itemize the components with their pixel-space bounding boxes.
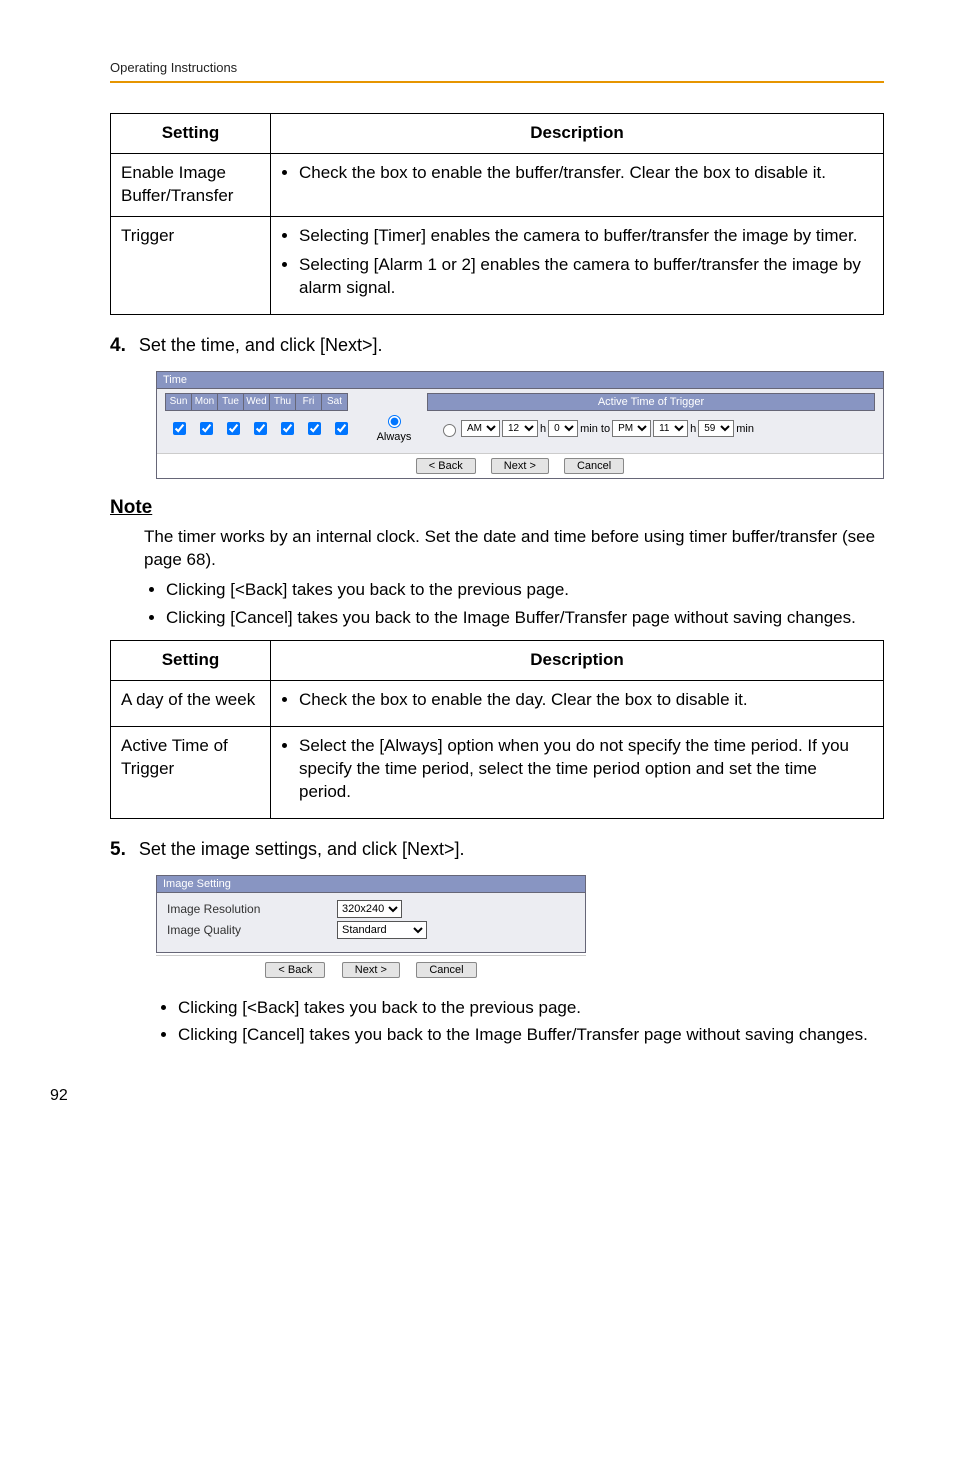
time-panel-title: Time <box>157 372 883 389</box>
chk-mon[interactable] <box>200 422 213 435</box>
t1-head-setting: Setting <box>111 114 271 154</box>
day-header-sun: Sun <box>165 393 192 411</box>
table-row: Enable Image Buffer/Transfer Check the b… <box>111 153 884 216</box>
t1-r1-b0: Selecting [Timer] enables the camera to … <box>299 225 873 248</box>
step-5: 5. Set the image settings, and click [Ne… <box>110 839 884 861</box>
range-min-to: min to <box>580 423 610 435</box>
note-heading: Note <box>110 497 884 519</box>
running-header: Operating Instructions <box>110 60 884 75</box>
image-next-button[interactable]: Next > <box>342 962 400 978</box>
t1-r1-b1: Selecting [Alarm 1 or 2] enables the cam… <box>299 254 873 300</box>
t2-head-setting: Setting <box>111 640 271 680</box>
chk-sat[interactable] <box>335 422 348 435</box>
image-resolution-label: Image Resolution <box>167 902 337 916</box>
select-min-end[interactable]: 59 <box>698 420 734 437</box>
image-resolution-select[interactable]: 320x240 <box>337 900 402 918</box>
day-header-fri: Fri <box>295 393 322 411</box>
always-label: Always <box>377 431 412 443</box>
table-row: Trigger Selecting [Timer] enables the ca… <box>111 216 884 314</box>
table-row: Active Time of Trigger Select the [Alway… <box>111 726 884 818</box>
day-header-sat: Sat <box>321 393 348 411</box>
note-bullet-1: Clicking [Cancel] takes you back to the … <box>166 606 884 630</box>
chk-sun[interactable] <box>173 422 186 435</box>
t2-r1-b0: Select the [Always] option when you do n… <box>299 735 873 804</box>
day-header-thu: Thu <box>269 393 296 411</box>
table-row: A day of the week Check the box to enabl… <box>111 680 884 726</box>
select-ampm-start[interactable]: AM <box>461 420 500 437</box>
post-bullet-0: Clicking [<Back] takes you back to the p… <box>178 996 884 1020</box>
t2-head-desc: Description <box>271 640 884 680</box>
header-rule <box>110 81 884 83</box>
time-back-button[interactable]: < Back <box>416 458 476 474</box>
post-bullet-1: Clicking [Cancel] takes you back to the … <box>178 1023 884 1047</box>
select-ampm-end[interactable]: PM <box>612 420 651 437</box>
chk-thu[interactable] <box>281 422 294 435</box>
time-panel: Time Sun Mon Tue Wed Thu Fri Sat Active … <box>156 371 884 479</box>
image-quality-label: Image Quality <box>167 923 337 937</box>
step-5-num: 5. <box>110 839 126 860</box>
radio-range[interactable] <box>443 424 456 437</box>
step-4-text: Set the time, and click [Next>]. <box>139 335 383 355</box>
day-header-mon: Mon <box>191 393 218 411</box>
select-hour-start[interactable]: 12 <box>502 420 538 437</box>
t1-r0-b0: Check the box to enable the buffer/trans… <box>299 162 873 185</box>
time-next-button[interactable]: Next > <box>491 458 549 474</box>
select-hour-end[interactable]: 11 <box>653 420 688 437</box>
settings-table-2: Setting Description A day of the week Ch… <box>110 640 884 819</box>
step-5-text: Set the image settings, and click [Next>… <box>139 839 465 859</box>
select-min-start[interactable]: 0 <box>548 420 578 437</box>
t2-r1-setting: Active Time of Trigger <box>111 726 271 818</box>
range-h-sep-1: h <box>540 423 546 435</box>
chk-wed[interactable] <box>254 422 267 435</box>
image-setting-panel: Image Setting Image Resolution 320x240 I… <box>156 875 586 953</box>
t2-r0-setting: A day of the week <box>111 680 271 726</box>
radio-always[interactable] <box>388 415 401 428</box>
range-min-suffix: min <box>736 423 754 435</box>
time-cancel-button[interactable]: Cancel <box>564 458 624 474</box>
image-back-button[interactable]: < Back <box>265 962 325 978</box>
page-number: 92 <box>50 1087 884 1105</box>
image-quality-select[interactable]: Standard <box>337 921 427 939</box>
chk-fri[interactable] <box>308 422 321 435</box>
active-time-header: Active Time of Trigger <box>427 393 875 411</box>
t1-r0-setting: Enable Image Buffer/Transfer <box>111 153 271 216</box>
t1-head-desc: Description <box>271 114 884 154</box>
step-4-num: 4. <box>110 335 126 356</box>
day-header-wed: Wed <box>243 393 270 411</box>
note-paragraph: The timer works by an internal clock. Se… <box>144 525 884 573</box>
image-setting-title: Image Setting <box>157 876 585 893</box>
chk-tue[interactable] <box>227 422 240 435</box>
t2-r0-b0: Check the box to enable the day. Clear t… <box>299 689 873 712</box>
image-cancel-button[interactable]: Cancel <box>416 962 476 978</box>
settings-table-1: Setting Description Enable Image Buffer/… <box>110 113 884 315</box>
step-4: 4. Set the time, and click [Next>]. <box>110 335 884 357</box>
range-h-sep-2: h <box>690 423 696 435</box>
day-header-tue: Tue <box>217 393 244 411</box>
t1-r1-setting: Trigger <box>111 216 271 314</box>
note-bullet-0: Clicking [<Back] takes you back to the p… <box>166 578 884 602</box>
